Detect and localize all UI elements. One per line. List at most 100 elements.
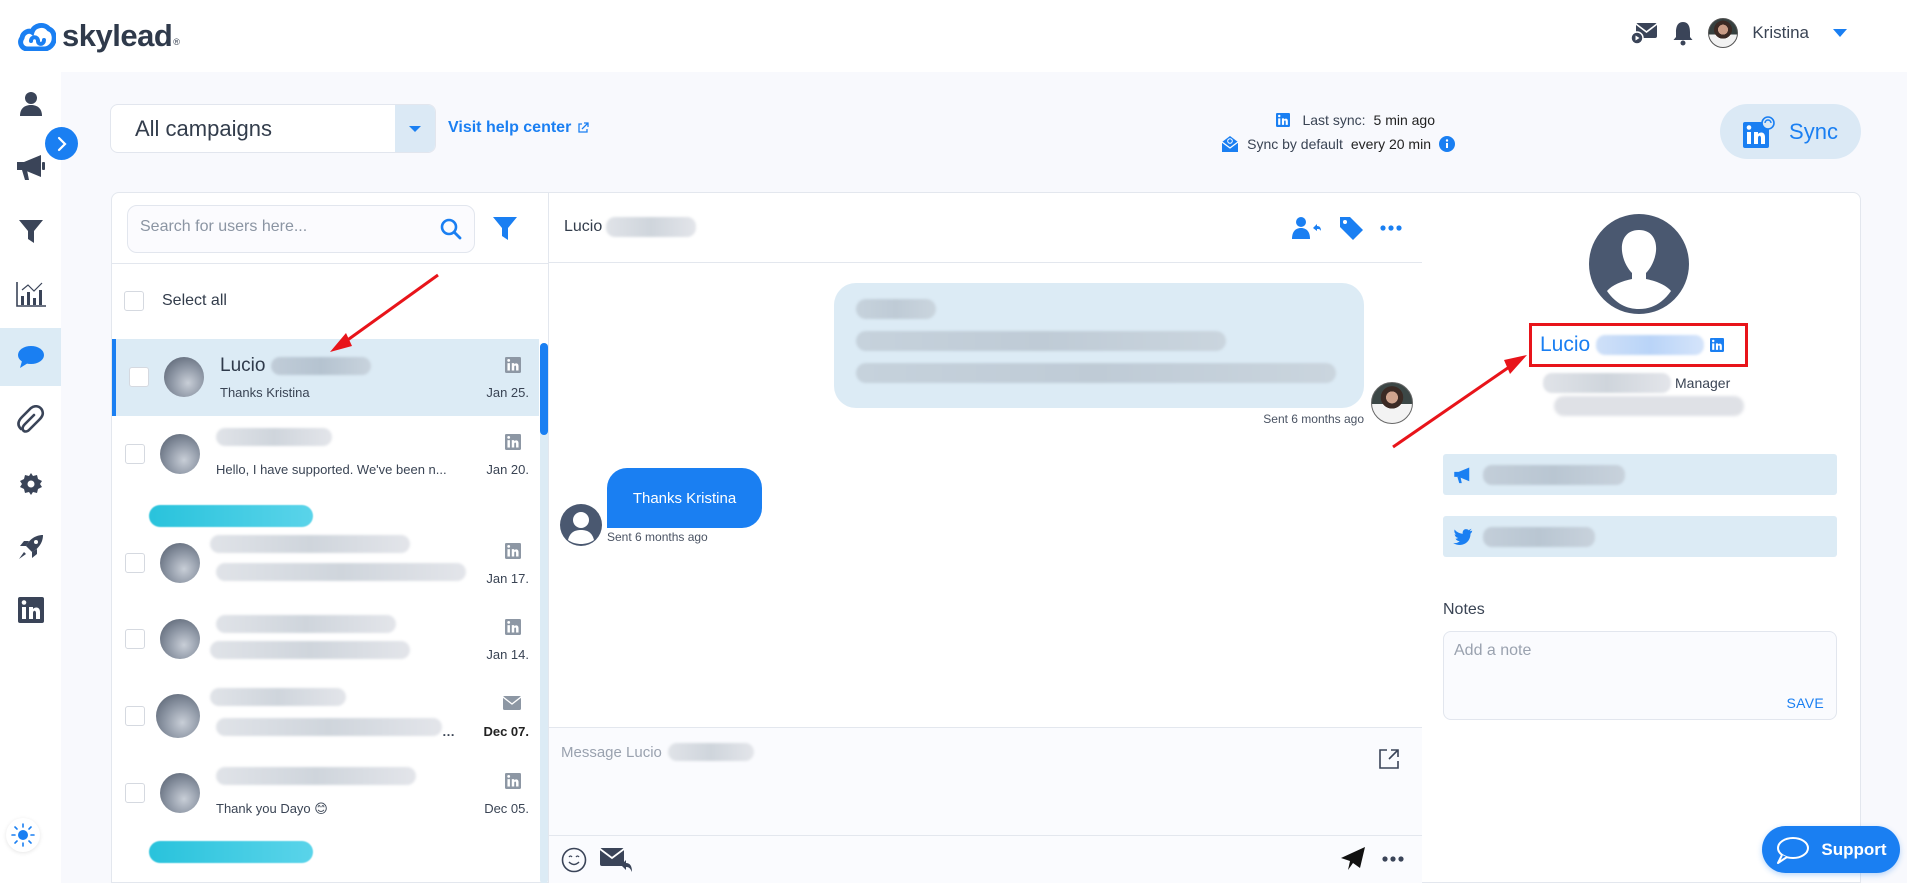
sync-button[interactable]: Sync — [1720, 104, 1861, 159]
campaign-select-toggle[interactable] — [395, 105, 435, 152]
conversation-checkbox[interactable] — [125, 706, 145, 726]
help-center-label: Visit help center — [448, 119, 572, 136]
outgoing-message-meta: Sent 6 months ago — [1263, 412, 1364, 426]
more-options-icon[interactable] — [1380, 225, 1402, 231]
redacted-text — [216, 563, 466, 581]
save-note-button[interactable]: SAVE — [1786, 695, 1824, 711]
list-scrollbar-thumb[interactable] — [540, 343, 548, 435]
conversation-snippet: Hello, I have supported. We've been n... — [216, 462, 447, 477]
sidebar-item-settings[interactable] — [0, 455, 61, 513]
linkedin-channel-icon — [505, 357, 521, 373]
email-template-icon[interactable] — [599, 846, 633, 874]
profile-avatar-icon — [1589, 214, 1689, 314]
conversation-checkbox[interactable] — [125, 783, 145, 803]
lead-profile: Lucio Manager Notes SAVE — [1422, 193, 1862, 883]
composer-more-icon[interactable] — [1382, 856, 1404, 862]
filter-icon[interactable] — [492, 215, 518, 241]
external-link-icon — [578, 122, 589, 133]
emoji-icon[interactable] — [561, 847, 587, 873]
conversation-checkbox[interactable] — [129, 367, 149, 387]
support-label: Support — [1821, 839, 1887, 859]
user-icon — [19, 92, 42, 116]
megaphone-icon — [1454, 467, 1470, 483]
sidebar-item-linkedin-accounts[interactable] — [0, 581, 61, 639]
chart-icon — [15, 282, 46, 307]
campaign-tag — [149, 505, 313, 527]
conversation-item[interactable]: Thank you Dayo 😊 Dec 05. — [112, 755, 539, 832]
gear-icon — [19, 473, 42, 495]
conversation-item[interactable]: Hello, I have supported. We've been n...… — [112, 416, 539, 493]
send-icon[interactable] — [1340, 846, 1366, 872]
redacted-text — [210, 535, 410, 553]
support-button[interactable]: Support — [1762, 826, 1900, 873]
chat-header: Lucio — [549, 193, 1422, 263]
conversation-item[interactable]: Jan 14. — [112, 601, 539, 678]
conversation-item[interactable]: … Dec 07. — [112, 678, 539, 755]
lead-avatar-icon — [560, 504, 602, 546]
conversation-name — [216, 767, 416, 785]
select-all-checkbox[interactable] — [124, 291, 144, 311]
sidebar-item-inbox[interactable] — [0, 328, 61, 386]
message-composer[interactable]: Message Lucio — [549, 727, 1422, 883]
incoming-message-bubble: Thanks Kristina — [607, 468, 762, 528]
top-right-controls: Kristina — [1630, 18, 1847, 48]
filter-icon — [18, 220, 43, 243]
conversation-name — [210, 535, 410, 553]
theme-toggle-button[interactable] — [6, 818, 40, 852]
video-mail-icon[interactable] — [1630, 21, 1658, 45]
skylead-logo[interactable]: skylead ® — [18, 18, 180, 54]
search-icon[interactable] — [440, 218, 462, 240]
campaign-select[interactable]: All campaigns — [110, 104, 436, 153]
redacted-text — [210, 641, 410, 659]
user-avatar[interactable] — [1708, 18, 1739, 48]
lead-avatar — [160, 434, 200, 474]
profile-first-name[interactable]: Lucio — [1540, 333, 1590, 357]
linkedin-small-icon — [1276, 113, 1291, 127]
tag-icon[interactable] — [1338, 215, 1364, 241]
divider — [549, 835, 1422, 836]
reassign-user-icon[interactable] — [1292, 216, 1322, 240]
profile-name-highlight[interactable]: Lucio — [1529, 323, 1748, 367]
bell-icon[interactable] — [1672, 20, 1694, 46]
conversation-item[interactable]: Lucio Thanks Kristina Jan 25. — [112, 339, 539, 416]
notes-box: SAVE — [1443, 631, 1837, 720]
composer-placeholder-text: Message Lucio — [561, 743, 662, 761]
sidebar-item-integrations[interactable] — [0, 391, 61, 449]
linkedin-icon — [17, 597, 44, 623]
last-sync-value: 5 min ago — [1373, 112, 1435, 128]
composer-tools — [561, 846, 633, 874]
sidebar-item-onboarding[interactable] — [0, 518, 61, 576]
profile-campaign-row[interactable] — [1443, 454, 1837, 495]
conversation-checkbox[interactable] — [125, 629, 145, 649]
sidebar-item-statistics[interactable] — [0, 265, 61, 323]
campaign-tag — [149, 841, 313, 863]
redacted-text — [216, 428, 332, 446]
outgoing-message-bubble — [834, 283, 1364, 408]
expand-sidebar-button[interactable] — [45, 127, 78, 160]
help-center-link[interactable]: Visit help center — [448, 119, 589, 137]
search-input[interactable] — [140, 218, 430, 236]
info-icon[interactable] — [1439, 136, 1455, 152]
expand-composer-icon[interactable] — [1378, 748, 1400, 770]
select-all-row[interactable]: Select all — [124, 291, 227, 311]
composer-placeholder[interactable]: Message Lucio — [561, 743, 754, 761]
notes-input[interactable] — [1454, 642, 1824, 682]
redacted-text — [606, 217, 697, 237]
redacted-text — [856, 331, 1226, 351]
profile-twitter-row[interactable] — [1443, 516, 1837, 557]
conversation-checkbox[interactable] — [125, 444, 145, 464]
user-name[interactable]: Kristina — [1752, 23, 1809, 43]
twitter-icon — [1453, 528, 1473, 545]
sync-default-row: Sync by default every 20 min — [1221, 132, 1455, 156]
logo-text: skylead — [62, 18, 173, 53]
linkedin-profile-icon[interactable] — [1710, 338, 1725, 352]
sidebar-item-leads[interactable] — [0, 75, 61, 133]
conversation-snippet — [210, 641, 410, 662]
user-menu-caret-icon[interactable] — [1833, 29, 1847, 37]
conversation-checkbox[interactable] — [125, 553, 145, 573]
sidebar-item-blacklist[interactable] — [0, 202, 61, 260]
conversation-date: Jan 25. — [486, 385, 529, 400]
conversation-item[interactable]: Jan 17. — [112, 525, 539, 602]
paperclip-icon — [16, 405, 44, 433]
last-sync-label: Last sync: — [1302, 112, 1366, 128]
